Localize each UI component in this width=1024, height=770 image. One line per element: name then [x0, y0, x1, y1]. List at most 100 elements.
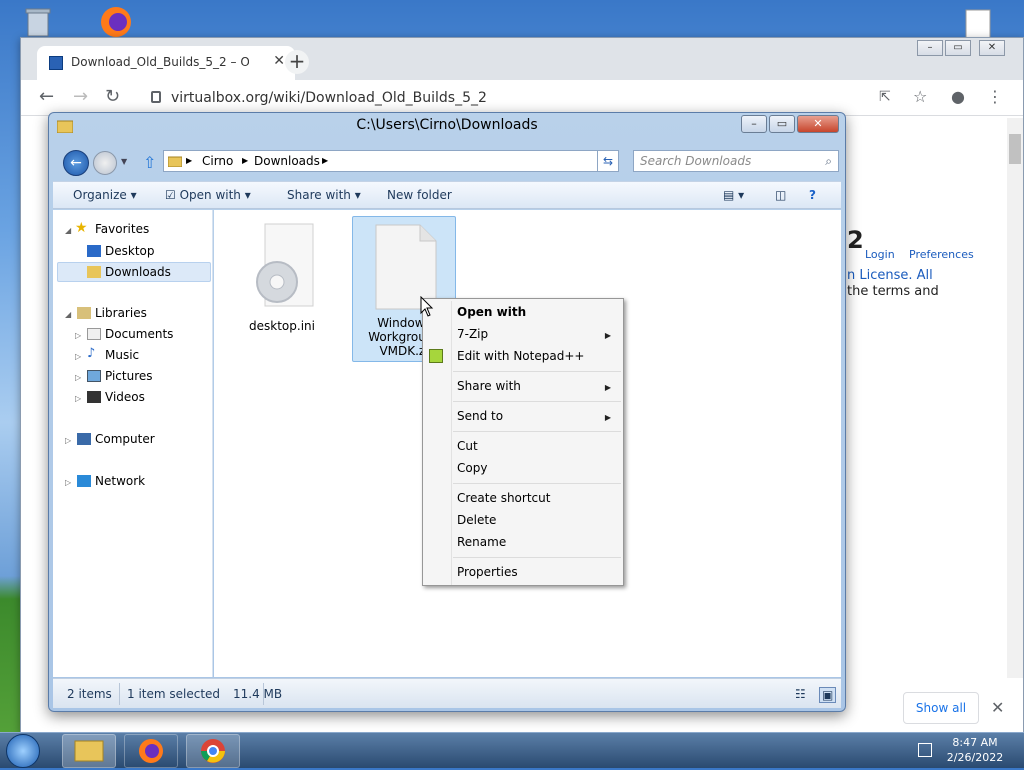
- computer-icon: [77, 433, 91, 445]
- reload-icon[interactable]: ↻: [105, 88, 120, 106]
- nav-videos[interactable]: Videos: [105, 390, 145, 404]
- menu-item-cut[interactable]: Cut: [457, 439, 478, 453]
- breadcrumb-separator-icon[interactable]: ▶: [322, 156, 328, 165]
- preferences-link[interactable]: Preferences: [909, 248, 974, 261]
- address-bar[interactable]: virtualbox.org/wiki/Download_Old_Builds_…: [141, 84, 981, 112]
- expander-icon[interactable]: ▷: [75, 394, 81, 403]
- window-title: C:\Users\Cirno\Downloads: [356, 117, 538, 133]
- forward-icon[interactable]: →: [73, 88, 88, 106]
- expander-icon[interactable]: ▷: [75, 373, 81, 382]
- close-download-bar-icon[interactable]: ✕: [991, 698, 1004, 717]
- close-button[interactable]: ✕: [797, 115, 839, 133]
- firefox-icon[interactable]: [96, 2, 132, 38]
- scrollbar-thumb[interactable]: [1009, 134, 1021, 164]
- nav-computer[interactable]: Computer: [95, 432, 155, 446]
- menu-separator: [453, 371, 621, 372]
- menu-item-rename[interactable]: Rename: [457, 535, 506, 549]
- taskbar-firefox-button[interactable]: [124, 734, 178, 768]
- menu-item-7zip[interactable]: 7-Zip: [457, 327, 488, 341]
- recycle-bin-icon[interactable]: [20, 4, 56, 40]
- expander-icon[interactable]: ◢: [65, 226, 71, 235]
- menu-item-copy[interactable]: Copy: [457, 461, 487, 475]
- file-item[interactable]: desktop.ini: [232, 220, 332, 333]
- nav-documents[interactable]: Documents: [105, 327, 173, 341]
- address-bar[interactable]: ▶ Cirno ▶ Downloads ▶ ▼: [163, 150, 619, 172]
- recent-pages-icon[interactable]: ▼: [121, 157, 127, 166]
- expander-icon[interactable]: ◢: [65, 310, 71, 319]
- taskbar-chrome-button[interactable]: [186, 734, 240, 768]
- nav-music[interactable]: Music: [105, 348, 139, 362]
- expander-icon[interactable]: ▷: [65, 436, 71, 445]
- maximize-button[interactable]: ▭: [769, 115, 795, 133]
- new-folder-button[interactable]: New folder: [387, 188, 452, 202]
- new-tab-button[interactable]: +: [285, 50, 309, 74]
- start-button[interactable]: [6, 734, 40, 768]
- expander-icon[interactable]: ▷: [65, 478, 71, 487]
- expander-icon[interactable]: ▷: [75, 352, 81, 361]
- show-all-button[interactable]: Show all: [903, 692, 979, 724]
- share-with-button[interactable]: Share with ▾: [287, 188, 361, 202]
- breadcrumb-separator-icon[interactable]: ▶: [186, 156, 192, 165]
- maximize-button[interactable]: ▭: [945, 40, 971, 56]
- open-with-button[interactable]: ☑ Open with ▾: [165, 188, 251, 202]
- login-link[interactable]: Login: [865, 248, 895, 261]
- nav-downloads[interactable]: Downloads: [105, 265, 171, 279]
- menu-item-properties[interactable]: Properties: [457, 565, 518, 579]
- back-icon[interactable]: ←: [39, 88, 54, 106]
- network-tray-icon[interactable]: [918, 743, 932, 757]
- scrollbar[interactable]: [1007, 118, 1023, 678]
- nav-network[interactable]: Network: [95, 474, 145, 488]
- menu-separator: [453, 483, 621, 484]
- breadcrumb-item[interactable]: Cirno: [202, 154, 233, 168]
- nav-desktop[interactable]: Desktop: [105, 244, 155, 258]
- search-icon[interactable]: ⌕: [825, 154, 832, 169]
- nav-favorites[interactable]: Favorites: [95, 222, 149, 236]
- item-count: 2 items: [67, 687, 112, 701]
- back-button[interactable]: ←: [63, 150, 89, 176]
- notepad-plus-plus-icon: [429, 349, 443, 363]
- expander-icon[interactable]: ▷: [75, 331, 81, 340]
- menu-item-delete[interactable]: Delete: [457, 513, 496, 527]
- large-icons-view-icon[interactable]: ▣: [819, 687, 837, 703]
- share-icon[interactable]: ⇱: [879, 88, 891, 106]
- divider: [263, 683, 264, 705]
- menu-item-send-to[interactable]: Send to: [457, 409, 503, 423]
- menu-separator: [453, 431, 621, 432]
- nav-pictures[interactable]: Pictures: [105, 369, 153, 383]
- status-bar: 2 items 1 item selected 11.4 MB ☷ ▣: [53, 678, 841, 708]
- nav-libraries[interactable]: Libraries: [95, 306, 147, 320]
- browser-toolbar: ← → ↻ virtualbox.org/wiki/Download_Old_B…: [21, 80, 1023, 116]
- breadcrumb-item[interactable]: Downloads: [254, 154, 320, 168]
- preview-pane-icon[interactable]: ◫: [775, 188, 786, 202]
- command-bar: Organize ▾ ☑ Open with ▾ Share with ▾ Ne…: [53, 181, 841, 209]
- navigation-pane: ◢ ★ Favorites Desktop Downloads ◢ Librar…: [53, 210, 213, 677]
- menu-item-edit-with-notepad[interactable]: Edit with Notepad++: [457, 349, 584, 363]
- minimize-button[interactable]: –: [917, 40, 943, 56]
- firefox-icon: [139, 739, 163, 763]
- file-name: desktop.ini: [249, 319, 315, 333]
- profile-icon[interactable]: ●: [951, 88, 965, 106]
- menu-item-share-with[interactable]: Share with: [457, 379, 521, 393]
- selection-size: 11.4 MB: [233, 687, 283, 701]
- up-arrow-icon[interactable]: ⇧: [143, 153, 156, 172]
- minimize-button[interactable]: –: [741, 115, 767, 133]
- bookmark-star-icon[interactable]: ☆: [913, 88, 927, 106]
- browser-tab[interactable]: Download_Old_Builds_5_2 – Ora ✕: [37, 46, 295, 80]
- menu-item-create-shortcut[interactable]: Create shortcut: [457, 491, 550, 505]
- mouse-cursor-icon: [420, 296, 434, 317]
- help-icon[interactable]: ?: [809, 188, 816, 202]
- breadcrumb-separator-icon[interactable]: ▶: [242, 156, 248, 165]
- clock[interactable]: 8:47 AM 2/26/2022: [940, 735, 1010, 765]
- refresh-button[interactable]: ⇆: [597, 150, 619, 172]
- close-tab-icon[interactable]: ✕: [273, 53, 285, 69]
- search-input[interactable]: Search Downloads ⌕: [633, 150, 839, 172]
- change-view-icon[interactable]: ▤ ▾: [723, 188, 744, 202]
- close-button[interactable]: ✕: [979, 40, 1005, 56]
- divider: [119, 683, 120, 705]
- organize-button[interactable]: Organize ▾: [73, 188, 137, 202]
- forward-button[interactable]: [93, 151, 117, 175]
- menu-icon[interactable]: ⋮: [987, 88, 1003, 106]
- details-view-icon[interactable]: ☷: [795, 687, 806, 701]
- taskbar-explorer-button[interactable]: [62, 734, 116, 768]
- menu-item-open-with[interactable]: Open with: [457, 305, 526, 319]
